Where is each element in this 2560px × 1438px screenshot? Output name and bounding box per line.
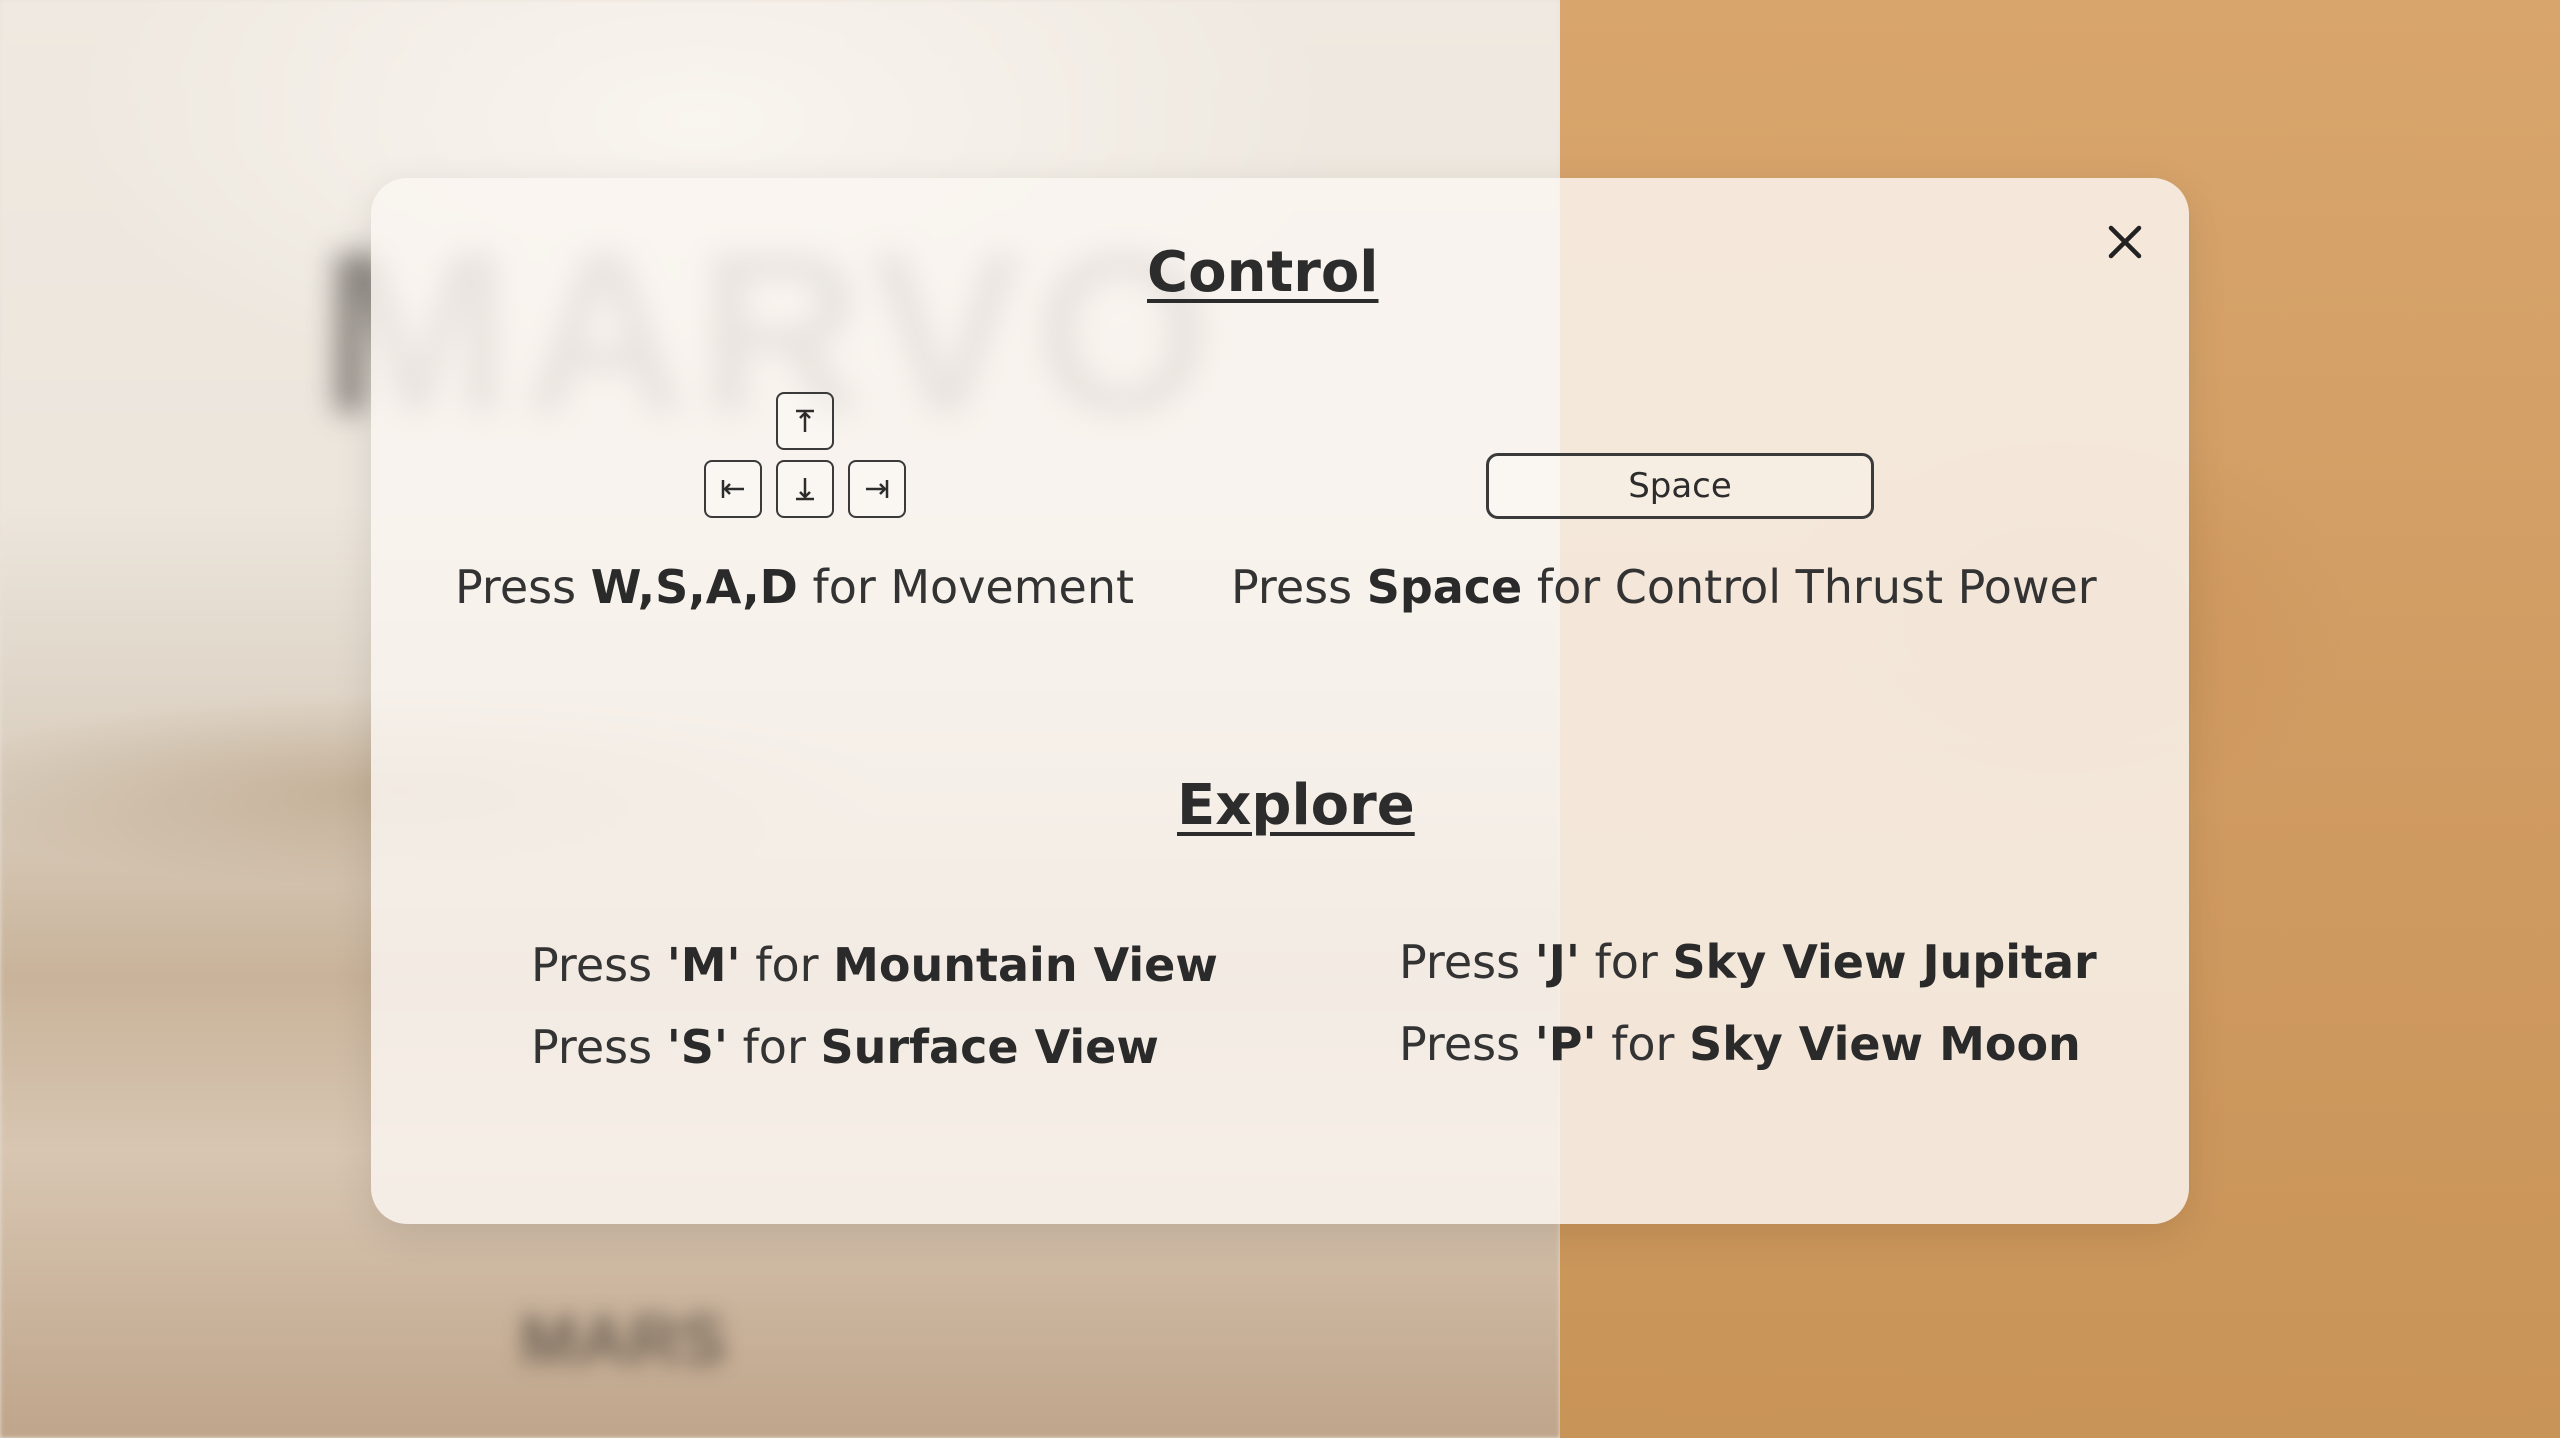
- background-scene: MARVO MARS Control: [0, 0, 2560, 1438]
- thrust-instruction: Press Space for Control Thrust Power: [1231, 560, 2097, 614]
- explore-item-view: Sky View Jupitar: [1672, 935, 2097, 989]
- explore-item-mid: for: [1579, 935, 1673, 989]
- close-button[interactable]: [2097, 214, 2153, 270]
- explore-item-sky-view-jupitar: Press 'J' for Sky View Jupitar: [1399, 935, 2097, 989]
- explore-item-mid: for: [740, 938, 834, 992]
- arrow-left-to-bar-icon: [721, 480, 744, 498]
- explore-item-key: 'M': [666, 938, 741, 992]
- controls-modal: Control Space Press W,S,A,D for Movement…: [371, 178, 2189, 1224]
- space-key: Space: [1486, 453, 1874, 519]
- explore-item-key: 'J': [1534, 935, 1580, 989]
- explore-item-key: 'P': [1534, 1017, 1597, 1071]
- explore-item-sky-view-moon: Press 'P' for Sky View Moon: [1399, 1017, 2081, 1071]
- explore-item-prefix: Press: [531, 1020, 667, 1074]
- key-w: [776, 392, 834, 450]
- explore-item-mid: for: [727, 1020, 821, 1074]
- explore-item-surface-view: Press 'S' for Surface View: [531, 1020, 1159, 1074]
- movement-keys: W,S,A,D: [590, 560, 798, 614]
- explore-item-prefix: Press: [1399, 1017, 1535, 1071]
- explore-item-prefix: Press: [531, 938, 667, 992]
- arrow-down-to-bar-icon: [796, 478, 814, 501]
- explore-item-view: Surface View: [820, 1020, 1159, 1074]
- key-a: [704, 460, 762, 518]
- thrust-keys: Space: [1366, 560, 1523, 614]
- movement-prefix: Press: [455, 560, 591, 614]
- explore-item-mountain-view: Press 'M' for Mountain View: [531, 938, 1218, 992]
- arrow-up-to-bar-icon: [796, 409, 814, 432]
- control-title: Control: [1147, 240, 1379, 305]
- explore-item-mid: for: [1596, 1017, 1690, 1071]
- explore-item-key: 'S': [666, 1020, 728, 1074]
- key-s: [776, 460, 834, 518]
- arrow-right-to-bar-icon: [866, 480, 889, 498]
- explore-item-prefix: Press: [1399, 935, 1535, 989]
- explore-title: Explore: [1177, 773, 1415, 838]
- close-icon: [2108, 225, 2142, 259]
- key-d: [848, 460, 906, 518]
- explore-item-view: Mountain View: [833, 938, 1218, 992]
- background-blurred-text: MARS: [520, 1301, 727, 1379]
- thrust-prefix: Press: [1231, 560, 1367, 614]
- movement-suffix: for Movement: [797, 560, 1135, 614]
- movement-instruction: Press W,S,A,D for Movement: [455, 560, 1134, 614]
- thrust-suffix: for Control Thrust Power: [1522, 560, 2097, 614]
- explore-item-view: Sky View Moon: [1689, 1017, 2081, 1071]
